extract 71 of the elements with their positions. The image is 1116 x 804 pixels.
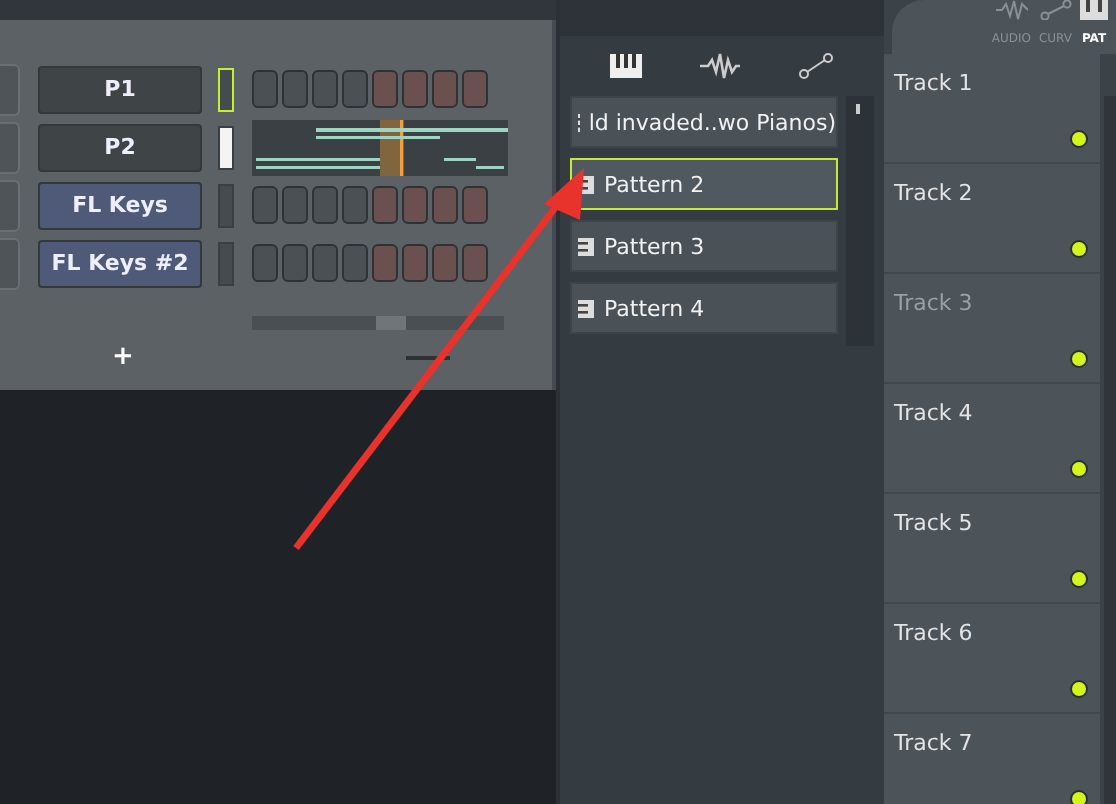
scrollbar[interactable] [252, 316, 504, 330]
step-pad[interactable] [372, 244, 398, 282]
channel-name-button[interactable]: FL Keys [38, 181, 202, 229]
pattern-list-item[interactable]: Pattern 3 [570, 220, 838, 272]
step-pad[interactable] [402, 186, 428, 224]
step-pad[interactable] [432, 186, 458, 224]
step-pad[interactable] [252, 70, 278, 108]
track-name: Track 4 [894, 400, 973, 426]
piano-keys-icon[interactable] [1080, 0, 1108, 20]
mixer-track-stub[interactable] [0, 237, 20, 289]
step-pad[interactable] [342, 244, 368, 282]
track-enable-led[interactable] [1070, 680, 1088, 698]
step-pad[interactable] [432, 244, 458, 282]
track-name: Track 5 [894, 510, 973, 536]
step-pad[interactable] [252, 186, 278, 224]
step-pad[interactable] [462, 70, 488, 108]
step-pad[interactable] [462, 186, 488, 224]
playlist-track-header[interactable]: Track 7 [884, 714, 1100, 804]
waveform-icon[interactable] [699, 52, 740, 80]
mixer-track-stub[interactable] [0, 63, 20, 115]
pattern-name: ld invaded..wo Pianos) [588, 109, 836, 135]
step-pad[interactable] [312, 70, 338, 108]
scrollbar[interactable] [846, 96, 874, 346]
playlist-track-header[interactable]: Track 6 [884, 604, 1100, 714]
track-name: Track 1 [894, 70, 973, 96]
step-pad[interactable] [342, 186, 368, 224]
mixer-track-stub[interactable] [0, 121, 20, 173]
step-pad[interactable] [402, 70, 428, 108]
automation-curve-icon[interactable] [798, 52, 835, 80]
channel-select-indicator[interactable] [218, 125, 234, 169]
step-pad[interactable] [252, 244, 278, 282]
step-pad[interactable] [462, 244, 488, 282]
pattern-name: Pattern 2 [604, 171, 705, 197]
track-enable-led[interactable] [1070, 570, 1088, 588]
playlist-track-header[interactable]: Track 5 [884, 494, 1100, 604]
pattern-list-item[interactable]: Pattern 2 [570, 158, 838, 210]
step-pad[interactable] [372, 70, 398, 108]
track-enable-led[interactable] [1070, 240, 1088, 258]
step-pad[interactable] [372, 186, 398, 224]
track-enable-led[interactable] [1070, 130, 1088, 148]
track-enable-led[interactable] [1070, 460, 1088, 478]
pattern-list-item[interactable]: ld invaded..wo Pianos) [570, 96, 838, 148]
step-pad[interactable] [282, 186, 308, 224]
pattern-name: Pattern 4 [604, 295, 705, 321]
step-pad[interactable] [282, 70, 308, 108]
track-name: Track 2 [894, 180, 973, 206]
channel-name-button[interactable]: P2 [38, 123, 202, 171]
playlist-track-header[interactable]: Track 4 [884, 384, 1100, 494]
step-pad[interactable] [342, 70, 368, 108]
step-pad[interactable] [282, 244, 308, 282]
track-enable-led[interactable] [1070, 790, 1088, 804]
pattern-icon [578, 237, 594, 255]
pattern-name: Pattern 3 [604, 233, 705, 259]
add-channel-button[interactable]: + [108, 342, 138, 372]
track-name: Track 3 [894, 290, 973, 316]
rack-scroll-control[interactable] [405, 355, 450, 359]
step-pad[interactable] [402, 244, 428, 282]
playlist-track-header[interactable]: Track 2 [884, 164, 1100, 274]
step-pad[interactable] [432, 70, 458, 108]
channel-name-button[interactable]: FL Keys #2 [38, 239, 202, 287]
step-pad[interactable] [312, 186, 338, 224]
piano-keys-icon[interactable] [609, 54, 642, 78]
track-name: Track 7 [894, 730, 973, 756]
channel-name-button[interactable]: P1 [38, 65, 202, 113]
track-name: Track 6 [894, 620, 973, 646]
playlist-track-header[interactable]: Track 1 [884, 54, 1100, 164]
step-pad[interactable] [312, 244, 338, 282]
pattern-list-item[interactable]: Pattern 4 [570, 282, 838, 334]
mixer-track-stub[interactable] [0, 179, 20, 231]
track-enable-led[interactable] [1070, 350, 1088, 368]
pattern-icon [578, 299, 594, 317]
